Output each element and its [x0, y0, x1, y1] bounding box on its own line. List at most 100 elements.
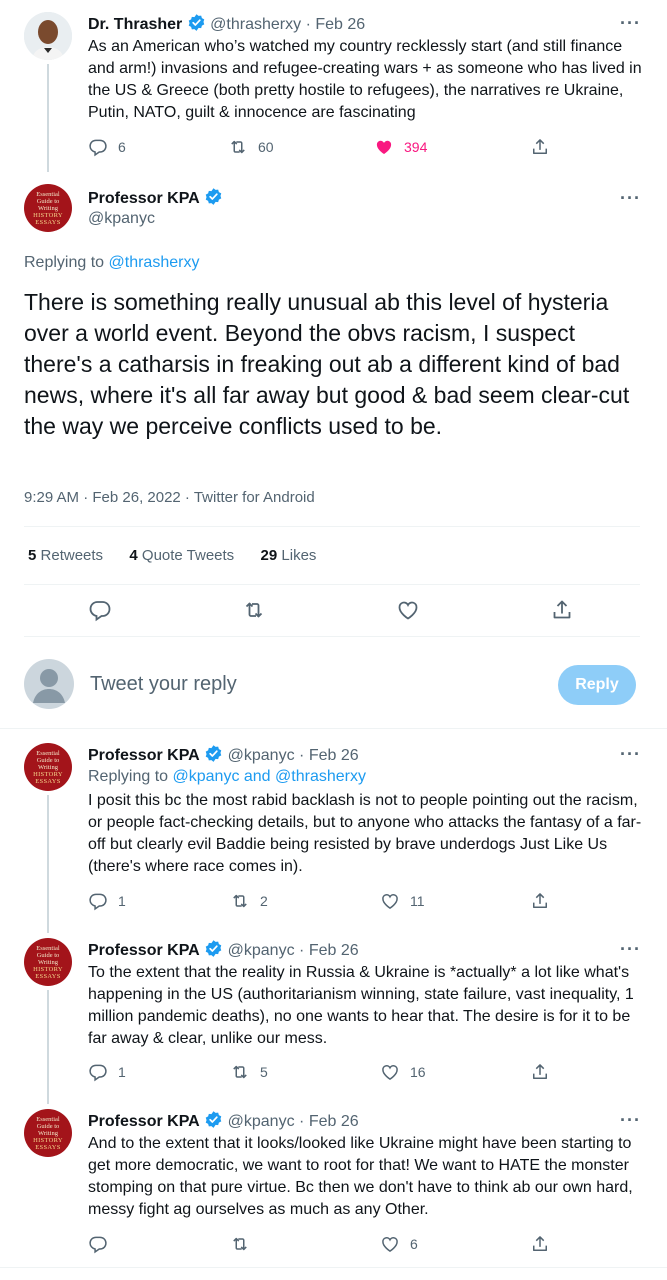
quote-tweets-stat[interactable]: 4 Quote Tweets: [129, 547, 234, 564]
more-options-icon[interactable]: ···: [620, 745, 641, 763]
verified-badge-icon: [204, 1110, 223, 1129]
retweet-action[interactable]: [230, 1234, 260, 1254]
reply-icon: [88, 1062, 108, 1082]
like-count: 6: [410, 1236, 418, 1252]
separator-dot: ·: [305, 16, 311, 33]
share-action[interactable]: [550, 598, 574, 622]
replying-to-label: Replying to: [24, 254, 105, 271]
reply-action[interactable]: 1: [88, 1062, 126, 1082]
tweet-date[interactable]: Feb 26: [309, 942, 359, 959]
avatar[interactable]: Essential Guide to Writing HISTORY ESSAY…: [24, 938, 72, 986]
thread-line: [47, 795, 49, 933]
verified-badge-icon: [204, 744, 223, 763]
avatar[interactable]: Essential Guide to Writing HISTORY ESSAY…: [24, 1109, 72, 1157]
author-handle[interactable]: @kpanyc: [228, 747, 295, 764]
reply-action[interactable]: 6: [88, 137, 126, 157]
reply-action[interactable]: [88, 598, 112, 622]
avatar-text: Essential: [36, 190, 60, 198]
divider: [24, 636, 640, 637]
avatar-text: HISTORY: [33, 965, 63, 973]
reply-count: 1: [118, 893, 126, 909]
replying-to: Replying to @thrasherxy: [24, 254, 199, 272]
retweet-icon: [230, 891, 250, 911]
avatar-text: Guide to: [36, 756, 60, 764]
retweets-label: Retweets: [40, 547, 104, 564]
divider: [24, 584, 640, 585]
like-action[interactable]: 11: [380, 891, 425, 911]
tweet-date[interactable]: Feb 26: [309, 747, 359, 764]
like-action[interactable]: 394: [374, 137, 427, 157]
author-name[interactable]: Dr. Thrasher: [88, 16, 182, 33]
author-name[interactable]: Professor KPA: [88, 1113, 200, 1130]
reply-action[interactable]: [88, 1234, 118, 1254]
more-options-icon[interactable]: ···: [620, 14, 641, 32]
share-action[interactable]: [530, 137, 550, 157]
like-count: 394: [404, 139, 428, 155]
share-action[interactable]: [530, 1062, 550, 1082]
divider: [0, 1267, 667, 1268]
author-handle[interactable]: @thrasherxy: [210, 16, 301, 33]
divider: [0, 728, 667, 729]
share-icon: [530, 137, 550, 157]
avatar-text: ESSAYS: [35, 218, 61, 226]
thread-line: [47, 990, 49, 1104]
replying-to-link[interactable]: @kpanyc and @thrasherxy: [173, 768, 366, 785]
avatar[interactable]: Essential Guide to Writing HISTORY ESSAY…: [24, 743, 72, 791]
share-icon: [550, 598, 574, 622]
reply-input[interactable]: Tweet your reply: [90, 673, 237, 696]
likes-label: Likes: [281, 547, 317, 564]
avatar-text: Writing: [38, 1129, 58, 1137]
author-handle[interactable]: @kpanyc: [88, 210, 155, 228]
avatar-text: Guide to: [36, 197, 60, 205]
retweets-stat[interactable]: 5 Retweets: [28, 547, 103, 564]
avatar-text: Guide to: [36, 951, 60, 959]
retweet-action[interactable]: 5: [230, 1062, 268, 1082]
replying-to-link[interactable]: @thrasherxy: [109, 254, 200, 271]
more-options-icon[interactable]: ···: [620, 189, 641, 207]
share-action[interactable]: [530, 891, 550, 911]
author-name[interactable]: Professor KPA: [88, 942, 200, 959]
share-icon: [530, 891, 550, 911]
quotes-count: 4: [129, 547, 138, 564]
author-handle[interactable]: @kpanyc: [228, 1113, 295, 1130]
quotes-label: Quote Tweets: [141, 547, 235, 564]
avatar[interactable]: [24, 12, 72, 60]
avatar-text: ESSAYS: [35, 1143, 61, 1151]
reply-action[interactable]: 1: [88, 891, 126, 911]
retweet-action[interactable]: [242, 598, 266, 622]
likes-stat[interactable]: 29 Likes: [261, 547, 317, 564]
like-action[interactable]: [396, 598, 420, 622]
more-options-icon[interactable]: ···: [620, 1111, 641, 1129]
retweet-icon: [228, 137, 248, 157]
avatar-text: ESSAYS: [35, 777, 61, 785]
heart-icon: [380, 1234, 400, 1254]
tweet-date[interactable]: Feb 26: [315, 16, 365, 33]
author-handle[interactable]: @kpanyc: [228, 942, 295, 959]
avatar-text: HISTORY: [33, 1136, 63, 1144]
like-action[interactable]: 6: [380, 1234, 418, 1254]
tweet-header: Professor KPA @kpanyc · Feb 26: [88, 744, 359, 765]
author-name[interactable]: Professor KPA: [88, 190, 200, 207]
like-count: 11: [410, 893, 425, 909]
avatar-text: Writing: [38, 763, 58, 771]
heart-filled-icon: [374, 137, 394, 157]
avatar[interactable]: Essential Guide to Writing HISTORY ESSAY…: [24, 184, 72, 232]
share-icon: [530, 1234, 550, 1254]
like-action[interactable]: 16: [380, 1062, 426, 1082]
share-icon: [530, 1062, 550, 1082]
verified-badge-icon: [204, 187, 223, 206]
heart-icon: [380, 1062, 400, 1082]
share-action[interactable]: [530, 1234, 550, 1254]
tweet-text: And to the extent that it looks/looked l…: [88, 1135, 633, 1218]
retweet-action[interactable]: 60: [228, 137, 274, 157]
retweet-action[interactable]: 2: [230, 891, 268, 911]
separator-dot: ·: [299, 1113, 305, 1130]
retweet-count: 5: [260, 1064, 268, 1080]
tweet-text: There is something really unusual ab thi…: [24, 289, 630, 439]
tweet-timestamp[interactable]: 9:29 AM · Feb 26, 2022 · Twitter for And…: [24, 489, 315, 506]
avatar-text: Essential: [36, 1115, 60, 1123]
reply-button[interactable]: Reply: [558, 665, 636, 705]
author-name[interactable]: Professor KPA: [88, 747, 200, 764]
tweet-date[interactable]: Feb 26: [309, 1113, 359, 1130]
more-options-icon[interactable]: ···: [620, 940, 641, 958]
